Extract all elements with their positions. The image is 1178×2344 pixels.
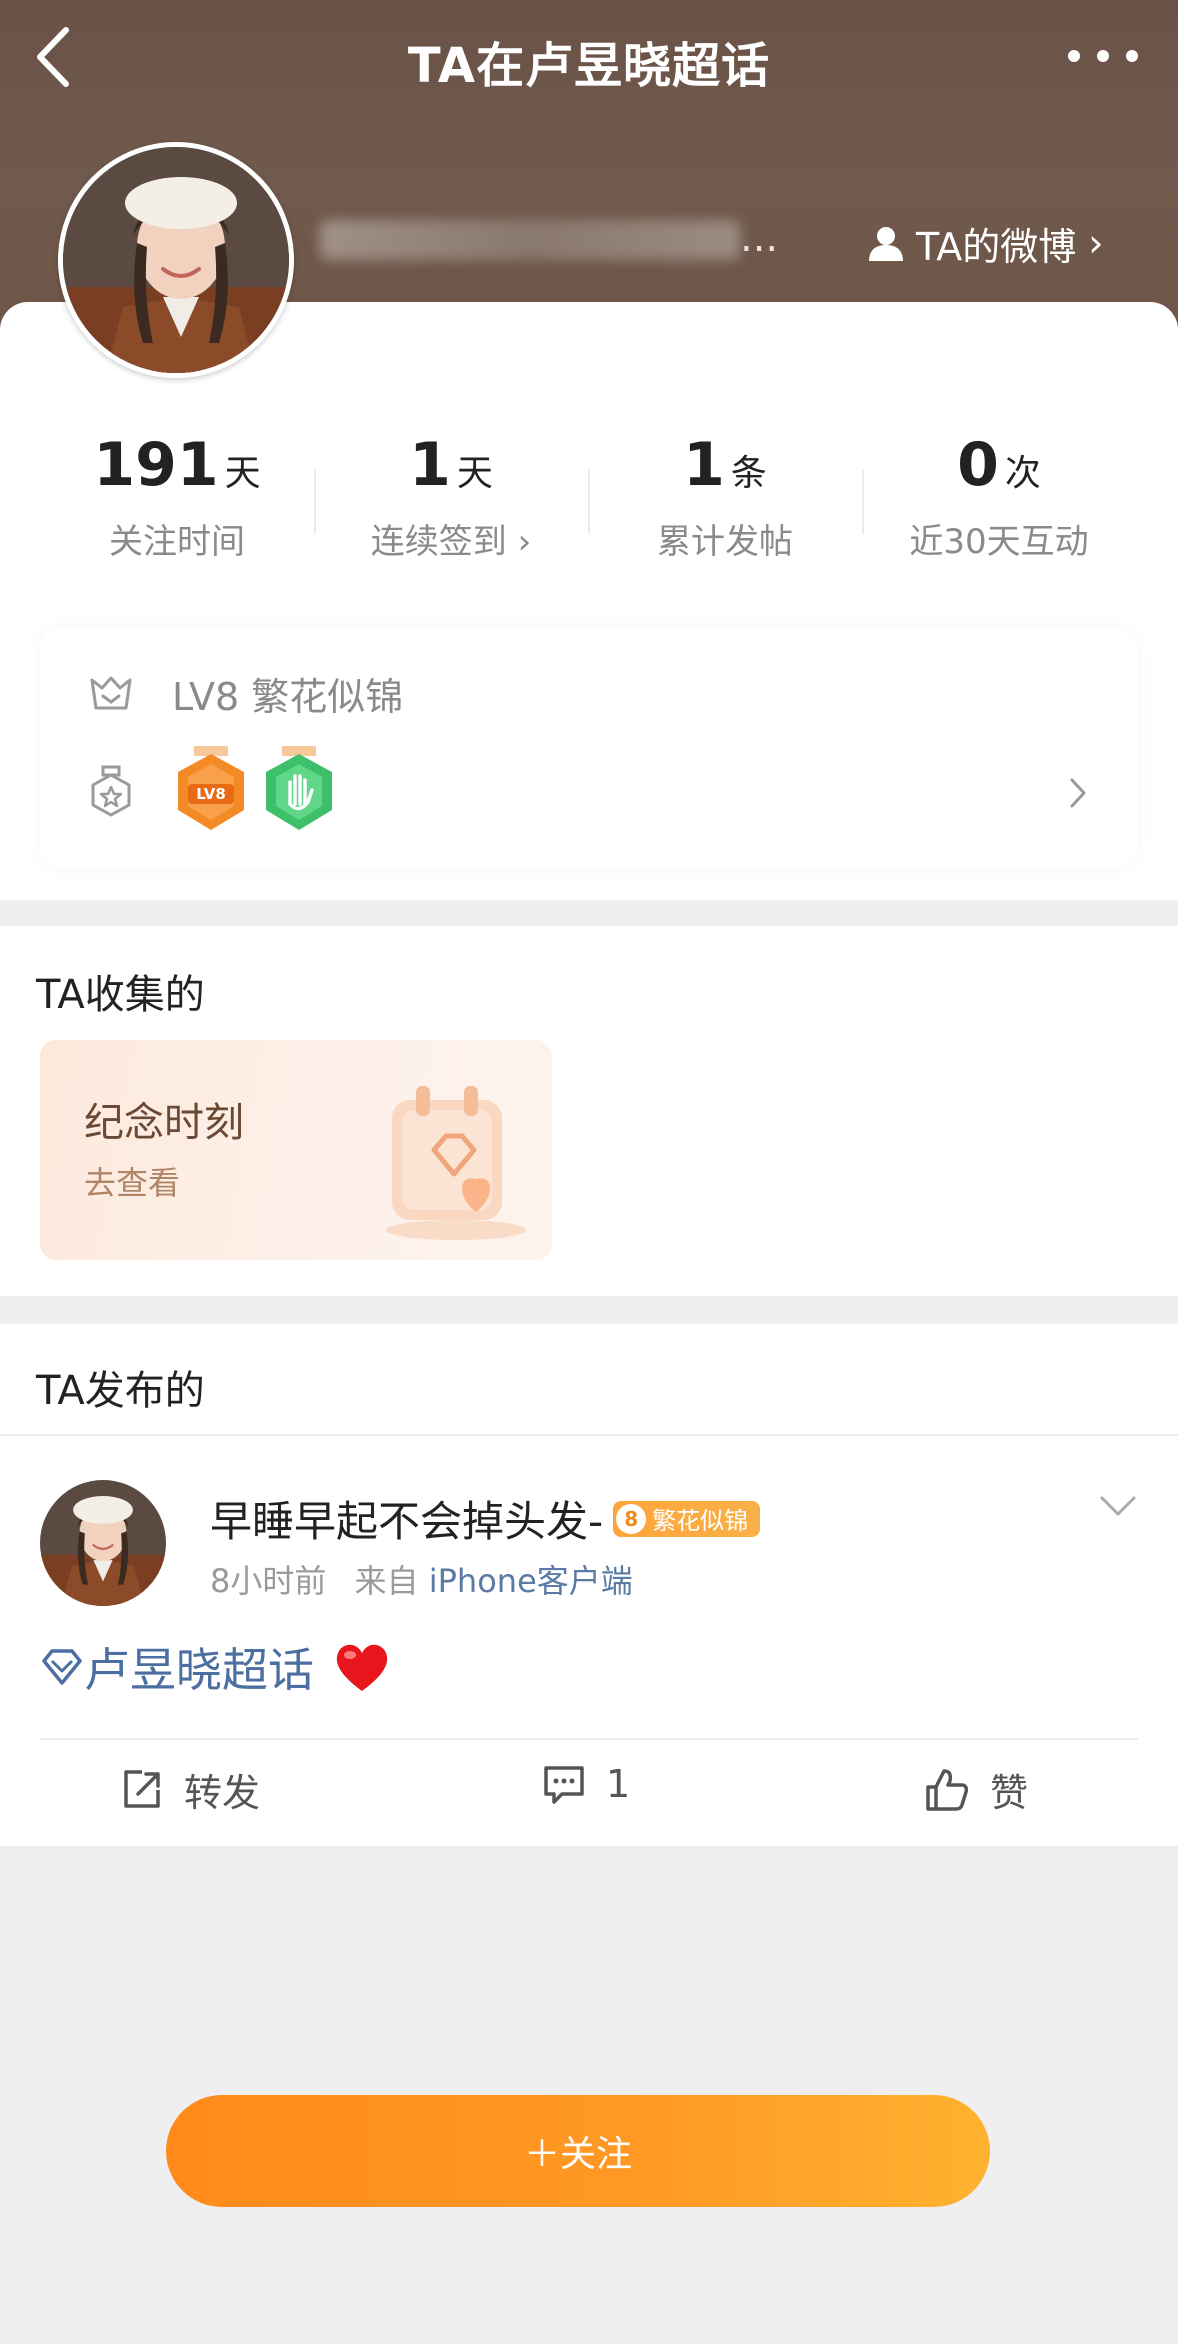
section-gap <box>0 900 1178 926</box>
level-row: LV8 繁花似锦 <box>88 666 403 721</box>
stat-label: 累计发帖 <box>657 522 793 562</box>
like-label: 赞 <box>990 1771 1029 1815</box>
stat-number: 0 <box>957 430 999 500</box>
section-gap <box>0 1296 1178 1324</box>
stat-follow-time: 191 天 关注时间 <box>40 430 314 563</box>
ta-weibo-link[interactable]: TA的微博 › <box>866 215 1103 271</box>
hand-badge-icon <box>266 746 332 830</box>
more-dot-icon <box>1068 50 1080 62</box>
stat-number: 191 <box>93 430 219 500</box>
stat-unit: 天 <box>456 453 493 494</box>
user-icon <box>869 227 903 261</box>
repost-label: 转发 <box>184 1771 261 1815</box>
like-button[interactable]: 赞 <box>924 1762 1028 1817</box>
thumbs-up-icon <box>926 1768 969 1811</box>
post-source: iPhone客户端 <box>428 1562 633 1600</box>
medal-icon <box>91 765 131 817</box>
stat-posts: 1条 累计发帖 <box>588 430 862 563</box>
fan-level-number: 8 <box>616 1503 647 1534</box>
fan-level-badge: 8 繁花似锦 <box>613 1500 761 1537</box>
more-dot-icon <box>1097 50 1109 62</box>
repost-icon <box>124 1769 160 1808</box>
stat-checkin[interactable]: 1天 连续签到 › <box>314 430 588 563</box>
posted-section: TA发布的 早睡早起不会掉头发- 8 繁花似锦 8小时前 来自 iPhone客户… <box>0 1324 1178 1846</box>
lv8-badge-icon: LV8 <box>178 746 244 830</box>
calendar-heart-icon <box>386 1086 526 1240</box>
ta-weibo-label: TA的微博 <box>916 224 1077 269</box>
badge-row: LV8 <box>88 746 336 836</box>
stat-unit: 天 <box>224 453 261 494</box>
avatar-image <box>40 1480 166 1606</box>
avatar[interactable] <box>58 142 294 378</box>
stats-panel: 191 天 关注时间 1天 连续签到 › 1条 累计发帖 0次 近30天互动 <box>40 400 1138 600</box>
stat-interactions: 0次 近30天互动 <box>862 430 1136 563</box>
username-blurred <box>320 220 740 260</box>
stat-number: 1 <box>683 430 725 500</box>
username: ... <box>320 212 790 264</box>
stat-number: 1 <box>409 430 451 500</box>
comment-button[interactable]: 1 <box>542 1762 630 1806</box>
red-heart-icon <box>336 1644 388 1691</box>
memorial-moment-card[interactable]: 纪念时刻 去查看 <box>40 1040 552 1260</box>
fan-level-text: 繁花似锦 <box>652 1507 749 1535</box>
posted-title: TA发布的 <box>36 1368 205 1414</box>
post-author-avatar[interactable] <box>40 1480 166 1606</box>
post-author[interactable]: 早睡早起不会掉头发- 8 繁花似锦 <box>210 1488 761 1549</box>
chevron-right-icon: › <box>1088 221 1104 265</box>
post-meta: 8小时前 来自 iPhone客户端 <box>210 1556 633 1602</box>
lv8-badge-label: LV8 <box>196 785 226 803</box>
more-button[interactable] <box>1068 46 1138 66</box>
stat-label: 关注时间 <box>109 522 245 562</box>
collected-title: TA收集的 <box>36 972 205 1018</box>
level-text: LV8 繁花似锦 <box>172 675 404 719</box>
divider <box>40 1738 1138 1740</box>
crown-icon <box>90 676 132 709</box>
chevron-down-icon[interactable] <box>1098 1494 1138 1518</box>
post-time: 8小时前 <box>210 1562 327 1600</box>
stat-label: 连续签到 › <box>370 522 532 562</box>
post-from-prefix: 来自 <box>354 1562 419 1600</box>
chevron-right-icon <box>1070 778 1086 808</box>
supertopic-link: 卢昱晓超话 <box>84 1643 314 1697</box>
level-badges-panel[interactable]: LV8 繁花似锦 LV8 <box>40 628 1138 868</box>
stat-unit: 条 <box>730 453 767 494</box>
username-ellipsis: ... <box>740 215 779 261</box>
avatar-image <box>63 147 289 373</box>
supertopic-diamond-icon <box>42 1649 82 1685</box>
profile-card: 191 天 关注时间 1天 连续签到 › 1条 累计发帖 0次 近30天互动 LV… <box>0 142 1178 900</box>
divider <box>0 1434 1178 1436</box>
post-author-name: 早睡早起不会掉头发- <box>210 1497 604 1546</box>
repost-button[interactable]: 转发 <box>120 1762 260 1817</box>
follow-button[interactable]: ＋关注 <box>166 2095 990 2207</box>
stat-unit: 次 <box>1004 453 1041 494</box>
comment-icon <box>544 1766 584 1804</box>
more-dot-icon <box>1126 50 1138 62</box>
moment-title: 纪念时刻 <box>84 1100 244 1146</box>
stat-label: 近30天互动 <box>909 522 1089 562</box>
comment-count: 1 <box>606 1762 631 1806</box>
post-content[interactable]: 卢昱晓超话 <box>40 1634 392 1700</box>
moment-view-link: 去查看 <box>84 1164 181 1202</box>
collected-section: TA收集的 纪念时刻 去查看 <box>0 926 1178 1296</box>
page-title: TA在卢昱晓超话 <box>407 38 771 94</box>
